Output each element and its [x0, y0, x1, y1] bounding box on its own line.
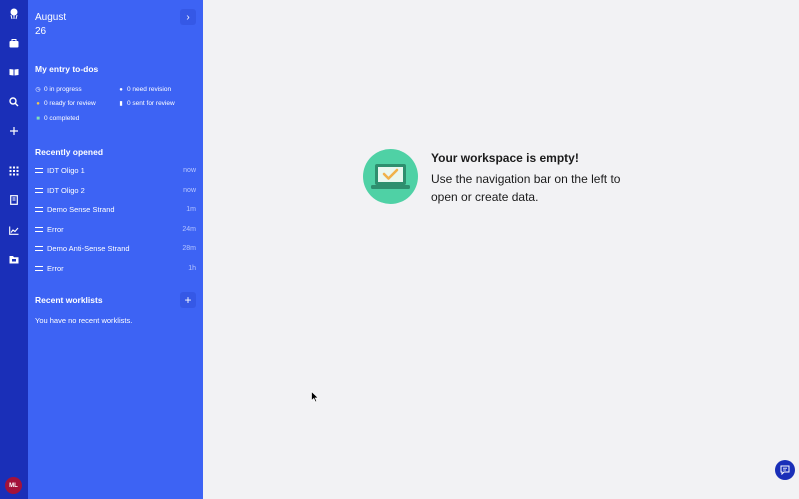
- worklists-heading: Recent worklists: [35, 295, 103, 305]
- recent-item[interactable]: Error 1h: [28, 259, 203, 278]
- check-folder-icon: ■: [36, 115, 40, 122]
- empty-workspace-title: Your workspace is empty!: [431, 151, 579, 165]
- chart-icon[interactable]: [0, 222, 28, 238]
- sequence-icon: [35, 227, 43, 232]
- user-avatar[interactable]: ML: [5, 477, 22, 494]
- side-panel: August 26 › My entry to-dos ◷ 0 in progr…: [28, 0, 203, 499]
- grid-icon[interactable]: [0, 163, 28, 179]
- review-icon: ●: [36, 100, 40, 107]
- empty-workspace-message: Use the navigation bar on the left to op…: [431, 172, 621, 204]
- todo-need-revision[interactable]: ● 0 need revision: [118, 86, 171, 93]
- recent-item[interactable]: IDT Oligo 1 now: [28, 161, 203, 180]
- date-month: August: [35, 12, 67, 23]
- recent-heading: Recently opened: [35, 147, 104, 157]
- user-edit-icon: ●: [119, 86, 123, 93]
- search-icon[interactable]: [0, 94, 28, 110]
- recent-item[interactable]: Error 24m: [28, 220, 203, 239]
- collapse-panel-button[interactable]: ›: [180, 9, 196, 25]
- clipboard-icon: ▮: [119, 101, 123, 107]
- recent-item[interactable]: Demo Sense Strand 1m: [28, 200, 203, 219]
- sequence-icon: [35, 168, 43, 173]
- folder-icon[interactable]: [0, 251, 28, 267]
- todo-completed[interactable]: ■ 0 completed: [35, 115, 79, 122]
- no-worklists-text: You have no recent worklists.: [35, 316, 133, 325]
- todos-heading: My entry to-dos: [35, 64, 99, 74]
- briefcase-icon[interactable]: [0, 35, 28, 51]
- sequence-icon: [35, 266, 43, 271]
- add-worklist-button[interactable]: +: [180, 292, 196, 308]
- date-day: 26: [35, 26, 47, 37]
- laptop-check-icon: [363, 149, 418, 204]
- book-icon[interactable]: [0, 64, 28, 80]
- plus-icon[interactable]: [0, 123, 28, 139]
- clock-icon: ◷: [35, 87, 41, 93]
- notebook-icon[interactable]: [0, 192, 28, 208]
- sequence-icon: [35, 188, 43, 193]
- sequence-icon: [35, 207, 43, 212]
- chat-button[interactable]: [775, 460, 795, 480]
- todo-in-progress[interactable]: ◷ 0 in progress: [35, 86, 81, 93]
- recent-item[interactable]: IDT Oligo 2 now: [28, 181, 203, 200]
- nav-rail: ML: [0, 0, 28, 499]
- todo-ready-for-review[interactable]: ● 0 ready for review: [35, 100, 95, 107]
- logo-icon[interactable]: [0, 6, 28, 22]
- mouse-cursor-icon: [311, 391, 319, 403]
- chat-icon: [780, 465, 790, 475]
- recent-item[interactable]: Demo Anti-Sense Strand 28m: [28, 239, 203, 258]
- sequence-icon: [35, 246, 43, 251]
- todo-sent-for-review[interactable]: ▮ 0 sent for review: [118, 100, 174, 107]
